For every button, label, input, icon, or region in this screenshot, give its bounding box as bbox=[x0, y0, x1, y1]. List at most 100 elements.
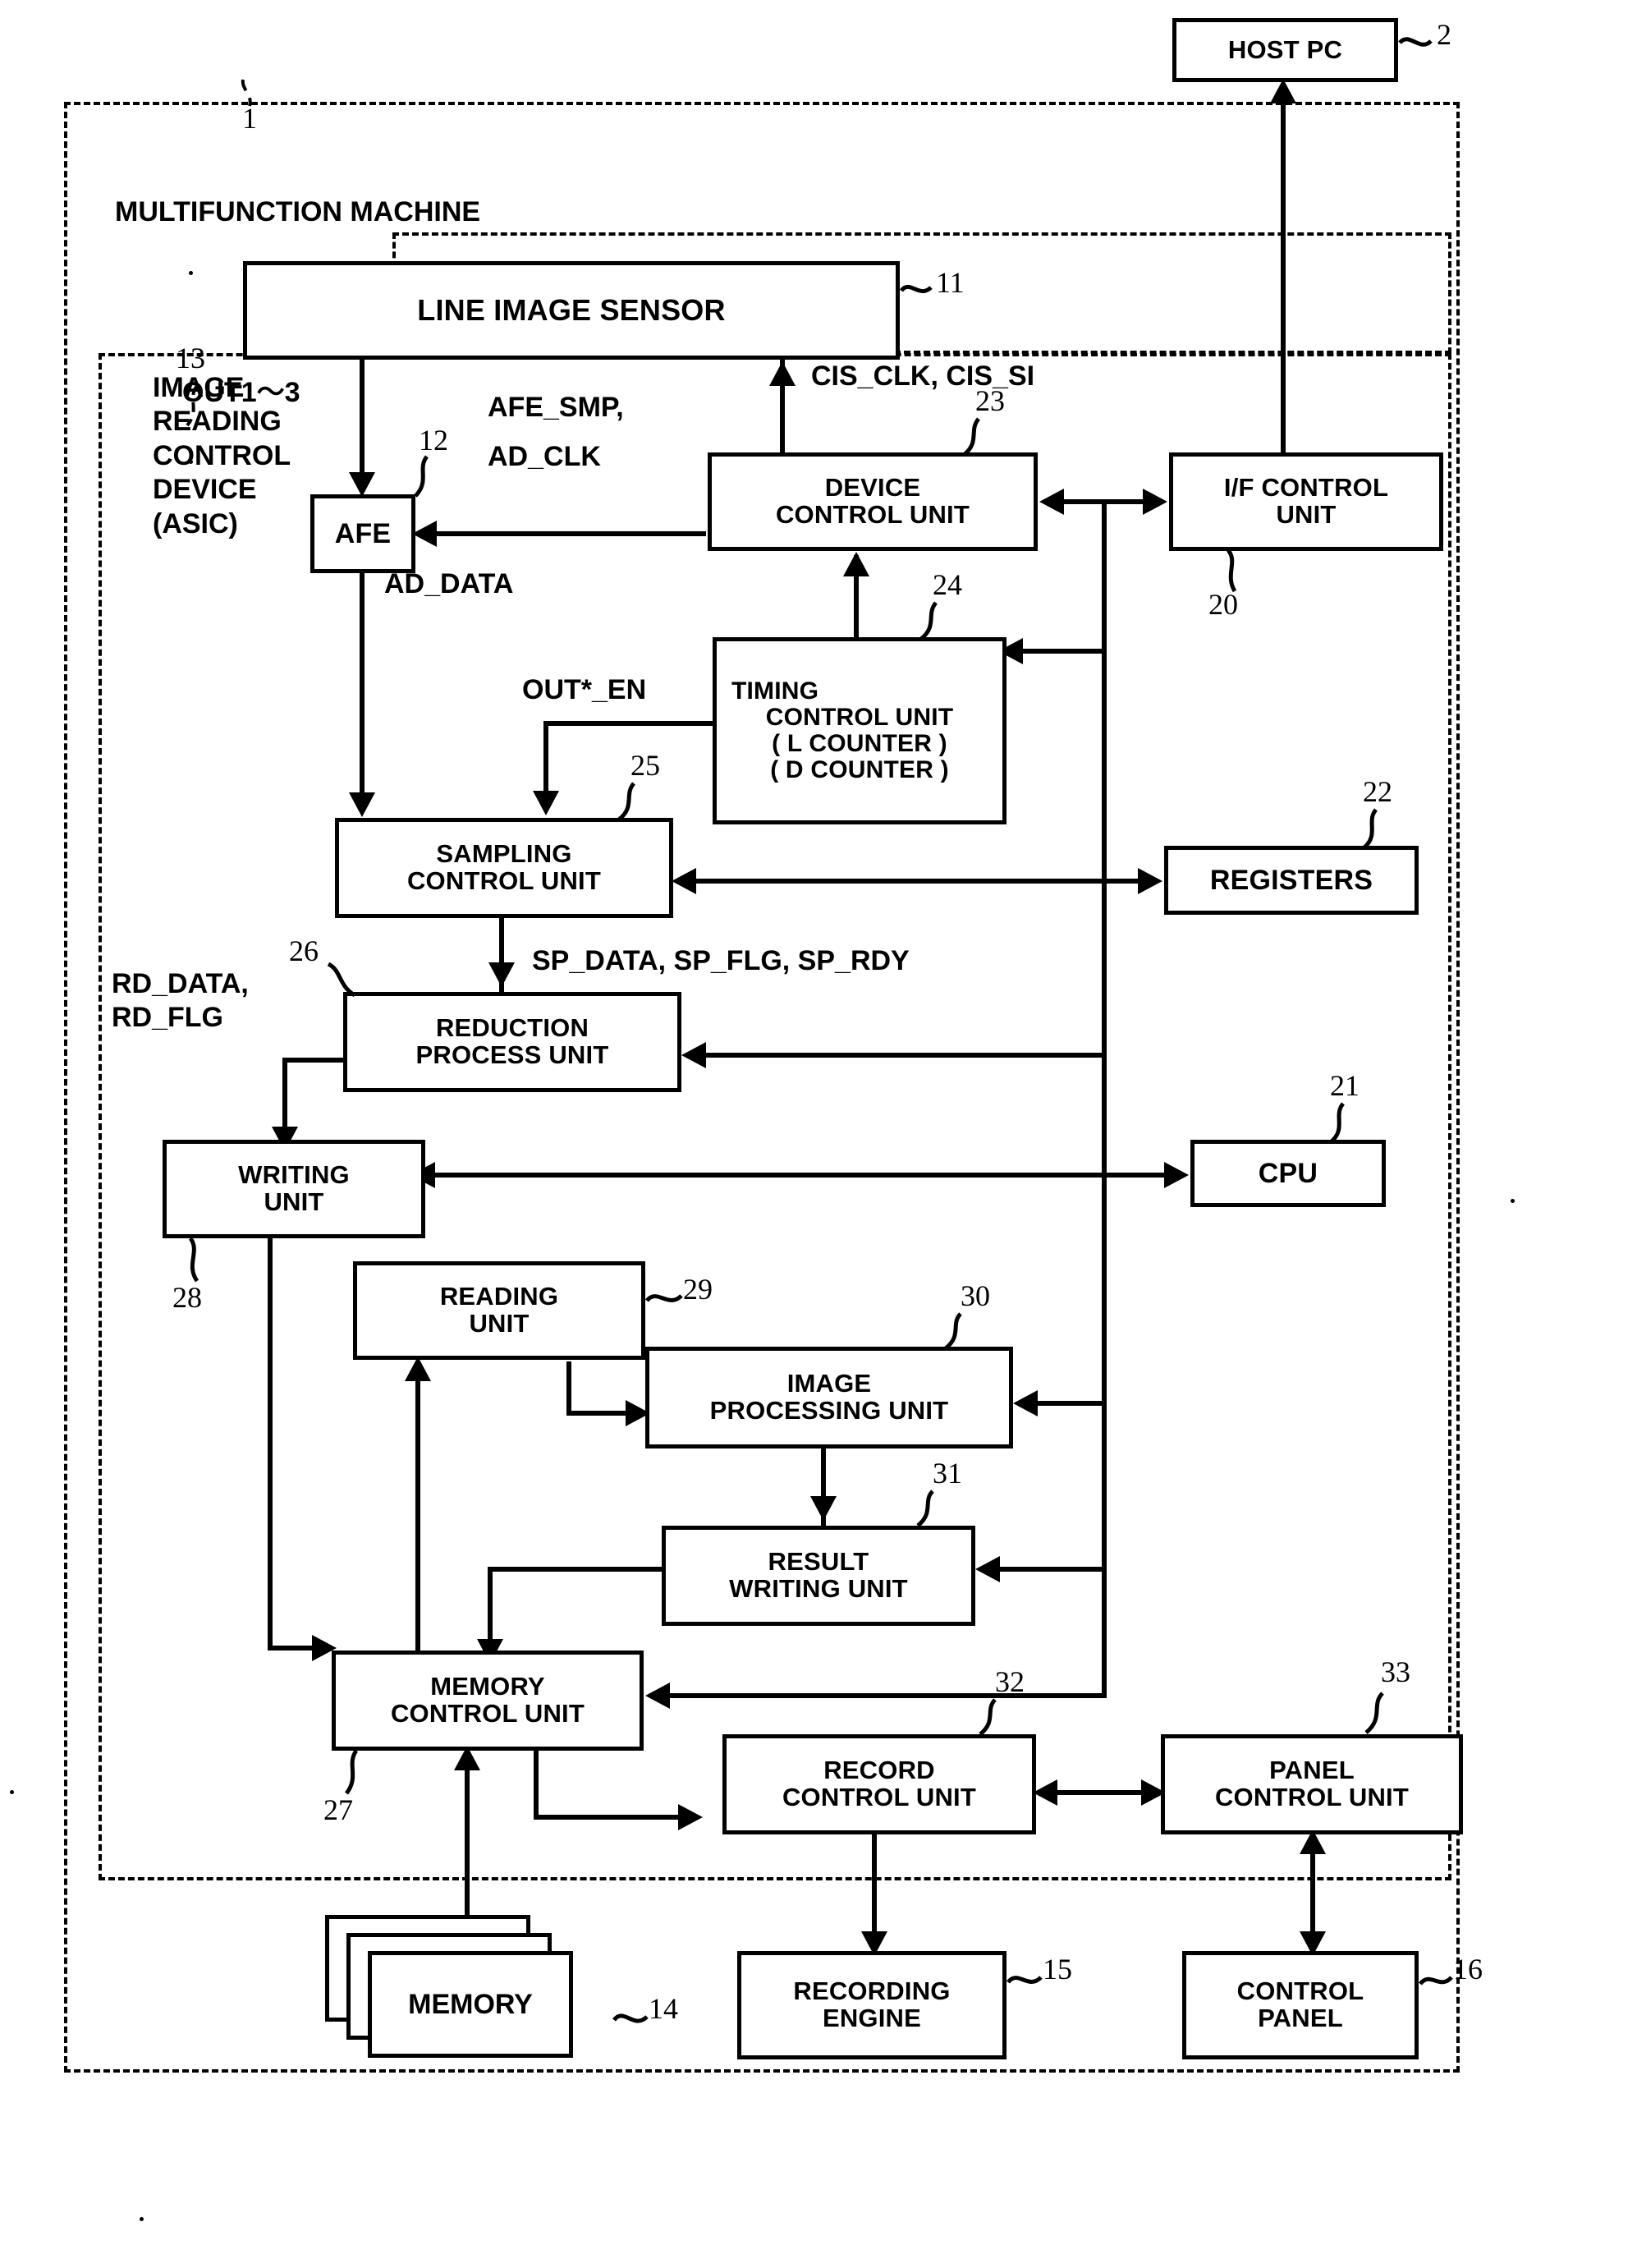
record-control-unit-label-0: RECORD bbox=[823, 1756, 935, 1785]
leader-asic bbox=[176, 384, 212, 430]
leader-reduction-process bbox=[320, 961, 369, 1002]
arrowhead-device-to-sensor bbox=[769, 361, 796, 386]
arrowhead-timing-to-device bbox=[843, 552, 869, 576]
ref-num-image-processing: 30 bbox=[961, 1279, 990, 1312]
memory-stack-front: MEMORY bbox=[368, 1951, 573, 2058]
conn-host-to-if bbox=[1281, 85, 1286, 488]
if-control-unit-label-0: I/F CONTROL bbox=[1223, 473, 1389, 503]
leader-writing-unit bbox=[177, 1237, 213, 1286]
arrowhead-out-en-to-sampling bbox=[533, 791, 559, 815]
conn-registers-to-sampling bbox=[685, 879, 1153, 884]
reduction-process-unit-label-0: REDUCTION bbox=[435, 1013, 589, 1043]
arrowhead-bus-to-result-writing bbox=[975, 1556, 1000, 1582]
ref-num-panel-control: 33 bbox=[1381, 1655, 1410, 1688]
writing-unit-block: WRITING UNIT bbox=[163, 1140, 425, 1238]
asic-label-line-3: DEVICE bbox=[153, 474, 257, 506]
conn-cpu-to-writing bbox=[424, 1173, 1177, 1178]
asic-label-line-2: CONTROL bbox=[153, 439, 291, 471]
arrowhead-bus-to-ip bbox=[1013, 1390, 1038, 1416]
arrowhead-sensor-to-afe bbox=[349, 472, 375, 497]
recording-engine-label-1: ENGINE bbox=[822, 2004, 922, 2032]
arrowhead-panel-to-record bbox=[1033, 1779, 1057, 1806]
arrowhead-bus-to-reduction bbox=[681, 1042, 706, 1068]
leader-afe bbox=[404, 453, 440, 501]
timing-control-unit-label-0: TIMING bbox=[731, 677, 819, 705]
memory-label: MEMORY bbox=[408, 1988, 533, 2020]
control-panel-label-0: CONTROL bbox=[1236, 1976, 1364, 2006]
host-pc-label: HOST PC bbox=[1227, 34, 1343, 64]
conn-memory-control-to-reading bbox=[415, 1361, 420, 1652]
leader-device-control bbox=[951, 415, 992, 458]
control-bus-vertical bbox=[1102, 499, 1107, 1698]
conn-bus-to-reduction bbox=[695, 1053, 1105, 1058]
device-control-unit-label-0: DEVICE bbox=[824, 473, 921, 503]
ref-num-line-image-sensor: 11 bbox=[936, 266, 965, 299]
ref-num-cpu: 21 bbox=[1330, 1069, 1360, 1102]
ref-num-timing-control: 24 bbox=[933, 568, 962, 601]
record-control-unit-label-1: CONTROL UNIT bbox=[782, 1783, 977, 1811]
ref-num-asic: 13 bbox=[176, 342, 205, 374]
sampling-control-unit-label-1: CONTROL UNIT bbox=[406, 866, 602, 895]
conn-memory-to-record-v bbox=[534, 1751, 539, 1820]
ref-num-result-writing: 31 bbox=[933, 1457, 962, 1490]
conn-bus-to-result-writing bbox=[987, 1567, 1105, 1572]
leader-cpu bbox=[1322, 1102, 1358, 1145]
cpu-block: CPU bbox=[1190, 1140, 1386, 1207]
reading-unit-label-0: READING bbox=[439, 1282, 559, 1311]
conn-reading-to-ip-v bbox=[566, 1361, 571, 1416]
leader-timing-control bbox=[908, 599, 949, 642]
reading-unit-label-1: UNIT bbox=[469, 1309, 530, 1338]
panel-control-unit-block: PANEL CONTROL UNIT bbox=[1161, 1734, 1463, 1834]
recording-engine-block: RECORDING ENGINE bbox=[737, 1951, 1007, 2059]
conn-timing-out-en-h bbox=[543, 721, 716, 726]
result-writing-unit-block: RESULT WRITING UNIT bbox=[662, 1526, 975, 1626]
record-control-unit-block: RECORD CONTROL UNIT bbox=[722, 1734, 1036, 1834]
host-pc-block: HOST PC bbox=[1172, 18, 1398, 82]
conn-result-writing-to-memory-h bbox=[488, 1567, 665, 1572]
signal-rd-flg: RD_FLG bbox=[112, 1001, 223, 1033]
leader-memory-control bbox=[332, 1749, 371, 1798]
control-panel-label-1: PANEL bbox=[1258, 2004, 1343, 2032]
result-writing-unit-label-0: RESULT bbox=[768, 1547, 869, 1577]
ref-num-device-control: 23 bbox=[975, 384, 1005, 417]
scan-dot-1 bbox=[10, 1790, 14, 1794]
result-writing-unit-label-1: WRITING UNIT bbox=[729, 1574, 908, 1603]
ref-num-memory: 14 bbox=[649, 1992, 678, 2025]
leader-image-processing bbox=[934, 1311, 975, 1352]
asic-label-line-4: (ASIC) bbox=[153, 507, 238, 539]
ref-num-record-control: 32 bbox=[995, 1665, 1025, 1698]
ref-num-reading-unit: 29 bbox=[683, 1273, 713, 1306]
conn-memory-to-record-h bbox=[534, 1815, 690, 1820]
arrowhead-writing-to-cpu bbox=[1164, 1162, 1189, 1188]
multifunction-machine-label: MULTIFUNCTION MACHINE bbox=[115, 196, 481, 227]
registers-label: REGISTERS bbox=[1209, 864, 1373, 896]
reduction-process-unit-label-1: PROCESS UNIT bbox=[415, 1040, 609, 1069]
arrowhead-memory-control-to-reading bbox=[405, 1357, 431, 1381]
line-image-sensor-block: LINE IMAGE SENSOR bbox=[243, 261, 900, 360]
scan-dot-2 bbox=[189, 271, 193, 275]
leader-panel-control bbox=[1353, 1690, 1397, 1738]
ref-num-control-panel: 16 bbox=[1453, 1953, 1483, 1986]
device-control-unit-label-1: CONTROL UNIT bbox=[775, 500, 970, 529]
if-control-unit-label-1: UNIT bbox=[1276, 500, 1337, 529]
ref-num-host-pc: 2 bbox=[1437, 18, 1451, 51]
leader-registers bbox=[1355, 808, 1391, 851]
conn-device-to-afe bbox=[427, 531, 706, 536]
arrowhead-sampling-to-registers bbox=[1138, 868, 1162, 894]
writing-unit-label-0: WRITING bbox=[238, 1160, 350, 1190]
ref-num-writing-unit: 28 bbox=[172, 1281, 202, 1314]
timing-control-unit-block: TIMING CONTROL UNIT ( L COUNTER ) ( D CO… bbox=[713, 637, 1007, 824]
line-image-sensor-label: LINE IMAGE SENSOR bbox=[417, 292, 726, 327]
leader-record-control bbox=[969, 1696, 1010, 1738]
arrowhead-registers-to-sampling bbox=[672, 868, 696, 894]
arrowhead-ip-to-result-writing bbox=[810, 1496, 837, 1521]
arrowhead-if-to-device bbox=[1039, 489, 1064, 515]
ref-num-recording-engine: 15 bbox=[1043, 1953, 1072, 1986]
arrowhead-device-to-if bbox=[1143, 489, 1167, 515]
reduction-process-unit-block: REDUCTION PROCESS UNIT bbox=[343, 992, 681, 1092]
signal-ad-clk: AD_CLK bbox=[488, 441, 601, 472]
memory-block: MEMORY bbox=[325, 1915, 573, 2058]
arrowhead-sampling-to-reduction bbox=[488, 962, 515, 987]
memory-control-unit-label-1: CONTROL UNIT bbox=[390, 1699, 585, 1728]
ref-num-sampling-control: 25 bbox=[630, 749, 660, 782]
